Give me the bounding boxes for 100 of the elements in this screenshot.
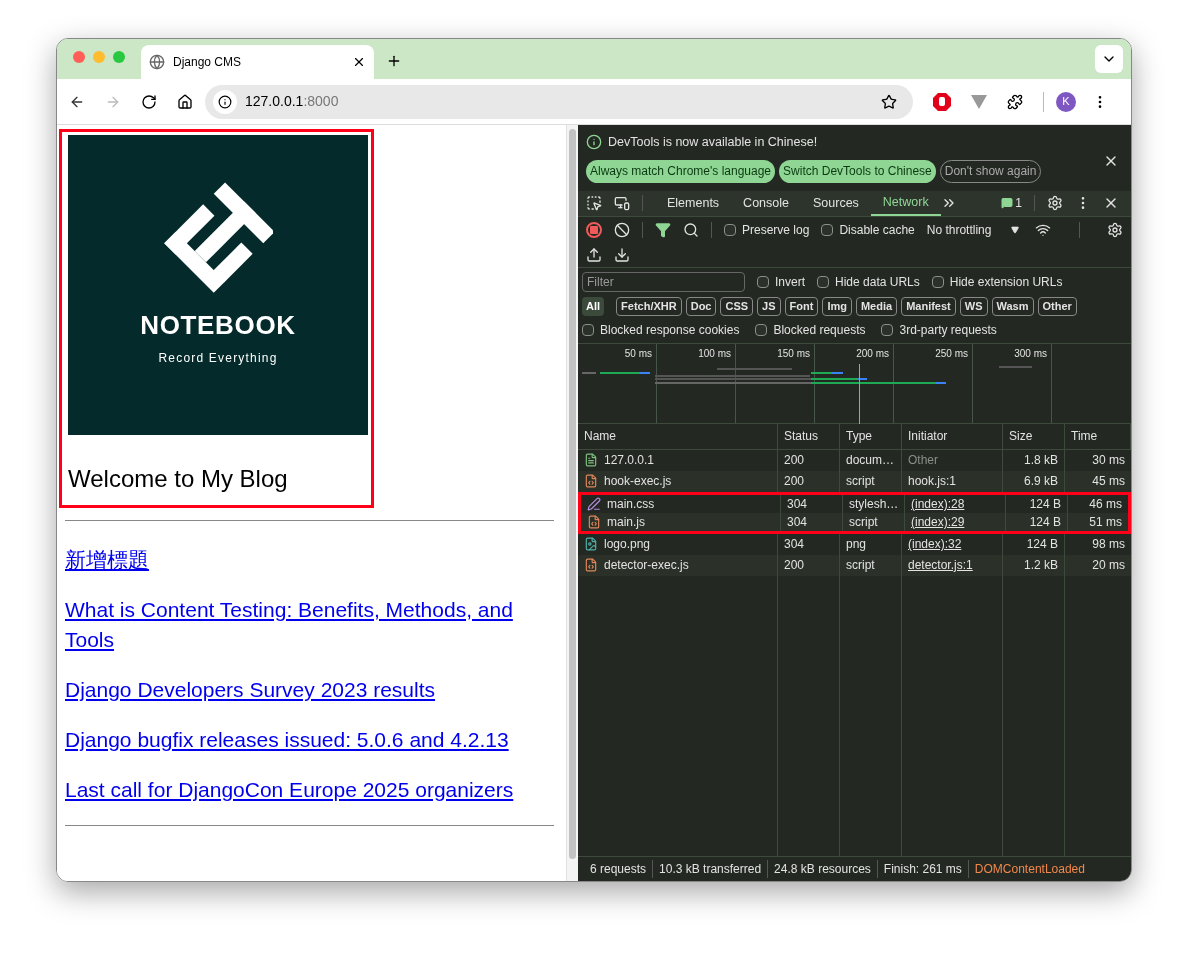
type-filter-chip[interactable]: Manifest [901, 296, 956, 316]
checkbox[interactable]: Blocked response cookies [582, 320, 740, 339]
infobar-message: DevTools is now available in Chinese! [608, 134, 818, 151]
timeline-tick-label: 50 ms [624, 347, 652, 359]
settings-icon[interactable] [1107, 221, 1123, 238]
table-cell-text: script [846, 473, 875, 491]
timeline-tick-label: 200 ms [856, 347, 889, 359]
column-header[interactable]: Status [784, 427, 819, 446]
table-cell-text: 46 ms [1089, 495, 1122, 513]
stylesheet-icon [587, 496, 601, 511]
clear-icon[interactable] [614, 221, 630, 238]
post-link[interactable]: Django bugfix releases issued: 5.0.6 and 4.2.13 [65, 725, 527, 755]
type-filter-chip[interactable]: Wasm [991, 296, 1034, 316]
status-text: Finish: 261 ms [876, 860, 968, 878]
timeline-tick-label: 100 ms [698, 347, 731, 359]
table-cell-text: logo.png [604, 536, 651, 554]
info-icon [218, 94, 232, 109]
search-icon[interactable] [683, 221, 699, 238]
issues-badge[interactable]: 1 [1001, 194, 1022, 213]
bookmark-star-icon[interactable] [881, 93, 897, 110]
type-filter-chip[interactable]: WS [959, 296, 988, 316]
infobar-button[interactable]: Always match Chrome's language [586, 159, 776, 183]
type-filter-chip[interactable]: Font [784, 296, 819, 316]
code-file-icon [584, 558, 598, 573]
devtools-tab[interactable]: Network [870, 190, 941, 216]
throttling-select[interactable]: No throttling [926, 220, 1020, 239]
type-filter-chip[interactable]: Img [822, 296, 852, 316]
settings-icon[interactable] [1047, 195, 1063, 212]
table-cell-text: 124 B [1029, 495, 1061, 513]
request-row[interactable]: detector-exec.js 200 script detector.js:1 1.2 kB 20 ms [578, 554, 1131, 576]
initiator-link[interactable]: detector.js:1 [908, 556, 973, 575]
checkbox[interactable]: 3rd-party requests [881, 320, 997, 339]
column-header[interactable]: Initiator [908, 427, 948, 446]
initiator-link[interactable]: (index):32 [908, 535, 962, 554]
code-file-icon [587, 514, 601, 529]
table-cell-text: Other [908, 452, 938, 470]
table-cell-text: 304 [787, 513, 808, 531]
scrollbar-thumb[interactable] [569, 129, 576, 859]
inspect-icon[interactable] [586, 195, 602, 212]
type-filter-chip[interactable]: Other [1037, 296, 1077, 316]
address-bar[interactable]: 127.0.0.1:8000 [205, 84, 913, 119]
profile-avatar[interactable]: K [1056, 91, 1076, 112]
close-icon[interactable] [352, 55, 366, 69]
initiator-link[interactable]: (index):29 [911, 512, 965, 531]
checkbox[interactable]: Invert [757, 272, 805, 291]
extensions-icon[interactable] [1007, 93, 1023, 110]
post-link[interactable]: What is Content Testing: Benefits, Methods, and Tools [65, 595, 527, 655]
column-header[interactable]: Time [1071, 427, 1098, 446]
browser-tab[interactable]: Django CMS [141, 45, 374, 79]
table-cell-text: png [846, 536, 867, 554]
type-filter-chip[interactable]: Doc [685, 296, 717, 316]
filter-icon[interactable] [655, 221, 671, 238]
upload-icon[interactable] [586, 246, 602, 263]
type-filter-chip[interactable]: CSS [720, 296, 754, 316]
request-row[interactable]: hook-exec.js 200 script hook.js:1 6.9 kB 45 ms [578, 470, 1131, 492]
table-cell-text: 200 [784, 473, 805, 491]
checkbox[interactable]: Hide data URLs [817, 272, 920, 291]
logo-tagline: Record Everything [158, 349, 278, 367]
status-text: DOMContentLoaded [967, 860, 1091, 878]
v-extension-icon[interactable] [971, 94, 987, 109]
device-toolbar-icon[interactable] [614, 195, 630, 212]
checkbox[interactable]: Blocked requests [755, 320, 866, 339]
table-cell-text: 20 ms [1092, 557, 1125, 575]
column-header[interactable]: Type [846, 427, 872, 446]
table-cell-text: 51 ms [1089, 513, 1122, 531]
infobar-button[interactable]: Switch DevTools to Chinese [779, 159, 936, 183]
tab-search-button[interactable] [1095, 45, 1123, 73]
post-link[interactable]: Last call for DjangoCon Europe 2025 organizers [65, 775, 527, 805]
column-header[interactable]: Size [1009, 427, 1033, 446]
document-icon [584, 453, 598, 468]
checkbox[interactable]: Disable cache [821, 220, 915, 239]
table-cell-text: 1.8 kB [1023, 452, 1058, 470]
timeline-tick-label: 150 ms [777, 347, 810, 359]
type-filter-chip[interactable]: Media [855, 296, 898, 316]
table-cell-text: 124 B [1026, 536, 1058, 554]
column-header[interactable]: Name [584, 427, 616, 446]
type-filter-chip[interactable]: JS [757, 296, 781, 316]
devtools-tab[interactable]: Elements [655, 190, 732, 216]
stop-hand-extension-icon[interactable] [933, 92, 951, 111]
download-icon[interactable] [614, 246, 630, 263]
table-cell-text: 200 [784, 557, 805, 575]
devtools-tab[interactable]: Console [731, 190, 801, 216]
home-icon[interactable] [177, 93, 193, 110]
table-cell-text: 127.0.0.1 [604, 452, 655, 470]
devtools-tab[interactable]: Sources [801, 190, 871, 216]
initiator-link[interactable]: (index):28 [911, 494, 965, 513]
checkbox[interactable]: Hide extension URLs [931, 272, 1063, 291]
request-row[interactable]: main.js 304 script (index):29 124 B 51 ms [578, 512, 1131, 534]
post-link[interactable]: Django Developers Survey 2023 results [65, 675, 527, 705]
type-filter-chip[interactable]: Fetch/XHR [616, 296, 682, 316]
post-link[interactable]: 新增標題 [65, 545, 527, 575]
record-button[interactable] [586, 221, 602, 238]
new-tab-icon[interactable] [386, 53, 402, 69]
checkbox[interactable]: Preserve log [724, 220, 810, 239]
scrollbar[interactable] [566, 125, 578, 881]
filter-field[interactable]: Filter [582, 271, 745, 292]
status-text: 24.8 kB resources [767, 860, 877, 878]
reload-icon[interactable] [141, 93, 157, 110]
type-filter-chip[interactable]: All [582, 296, 605, 316]
request-row[interactable]: main.css 304 stylesh… (index):28 124 B 46 ms [578, 491, 1131, 513]
